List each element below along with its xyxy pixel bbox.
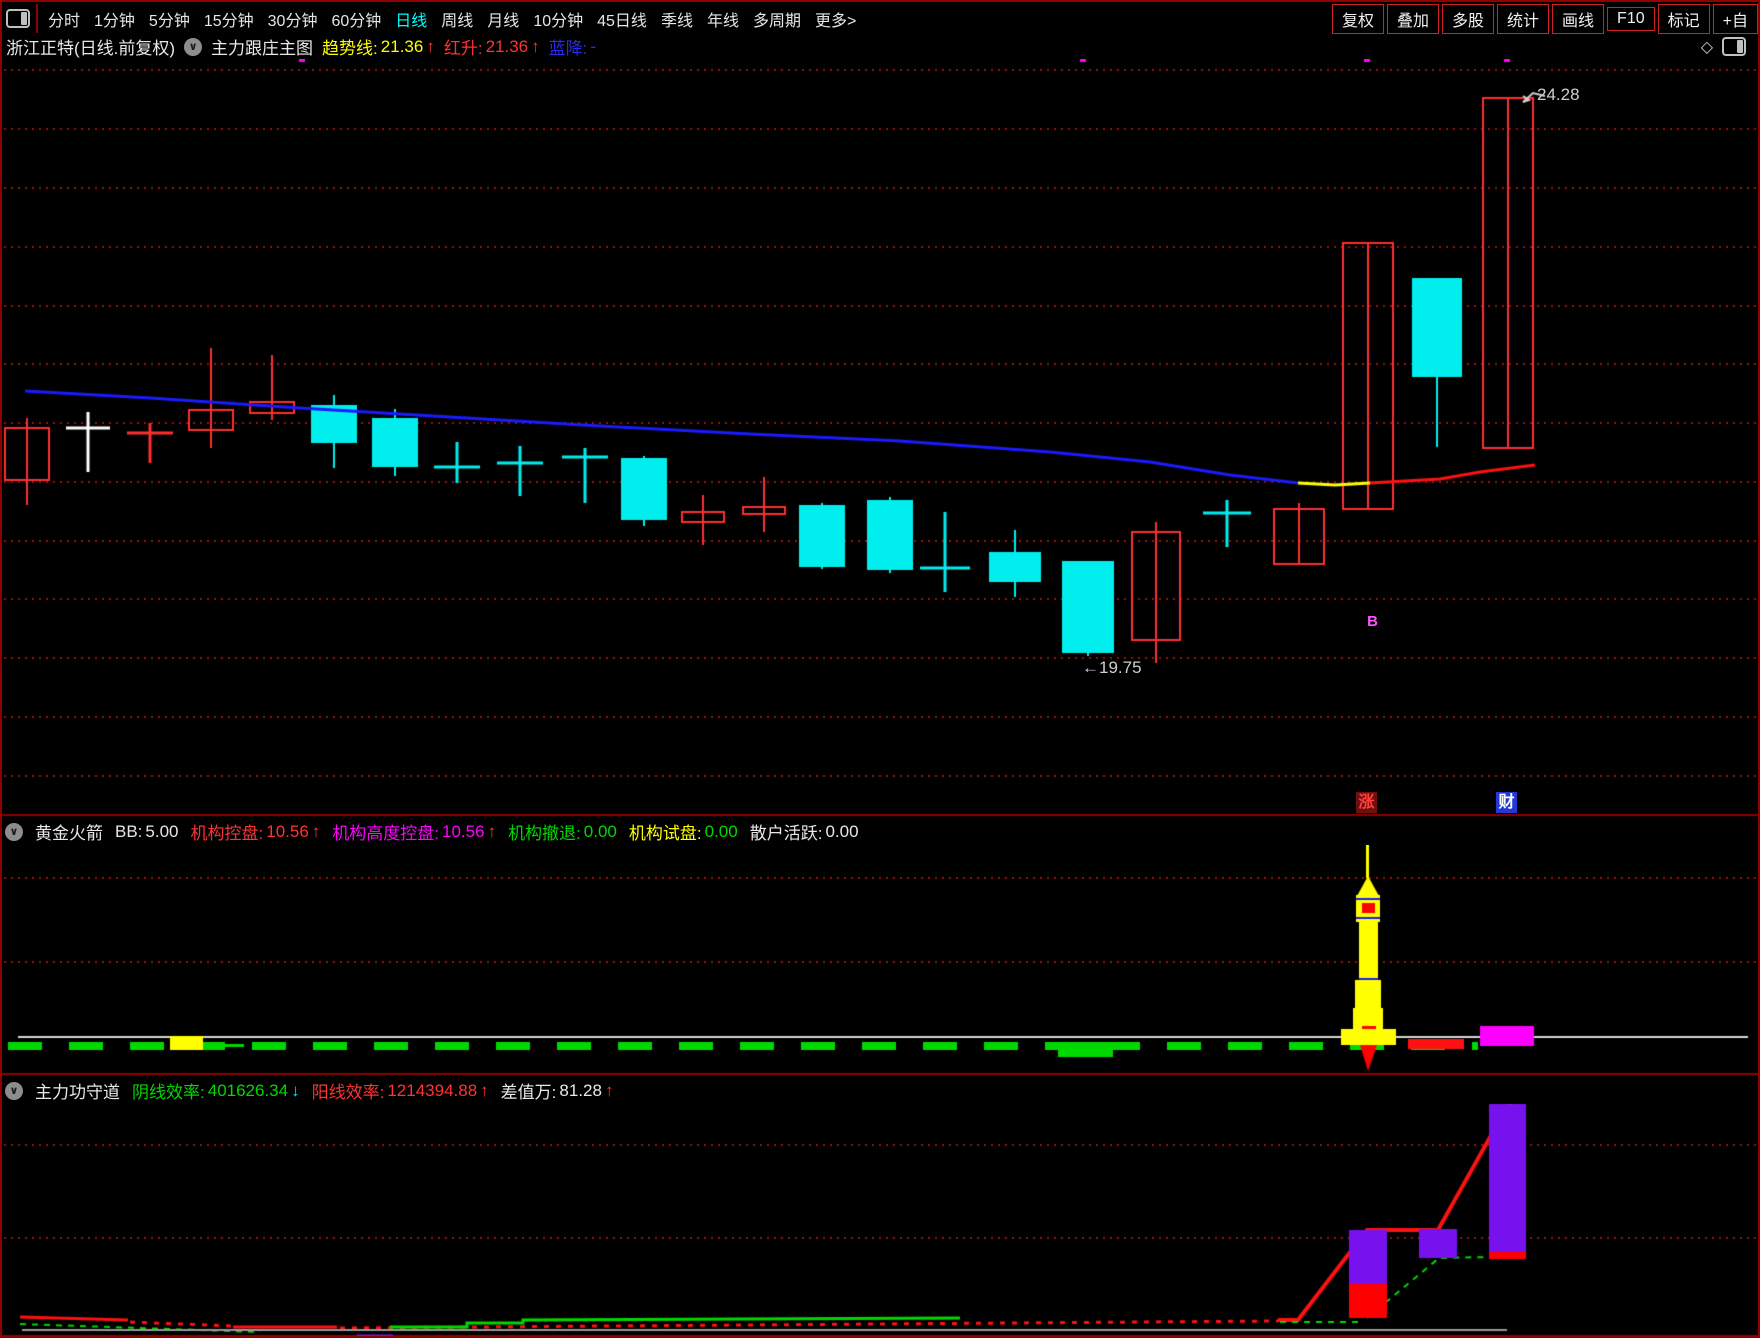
chart-canvas[interactable] <box>0 0 1760 1338</box>
zhang-signal-badge: 涨 <box>1356 792 1377 813</box>
rocket-pane-title[interactable]: 黄金火箭 <box>35 819 103 844</box>
jigou-gaodu-kongpan-field: 机构高度控盘: 10.56 ↑ <box>332 821 497 844</box>
b-signal-marker: B <box>1367 613 1378 630</box>
panel-layout-icon[interactable] <box>1722 37 1746 56</box>
tab-60min[interactable]: 60分钟 <box>331 7 381 31</box>
toolbar: 分时 1分钟 5分钟 15分钟 30分钟 60分钟 日线 周线 月线 10分钟 … <box>0 0 1760 37</box>
bb-field: BB: 5.00 <box>115 821 179 841</box>
up-arrow-icon: ↑ <box>480 1080 489 1100</box>
rocket-pane-header: ∨ 黄金火箭 BB: 5.00 机构控盘: 10.56 ↑ 机构高度控盘: 10… <box>0 818 1759 845</box>
add-favorite-button[interactable]: +自 <box>1712 3 1758 34</box>
yangxian-xiaolv-field: 阳线效率: 1214394.88 ↑ <box>311 1080 489 1103</box>
hongsheng-field: 红升: 21.36 ↑ <box>443 36 540 59</box>
diamond-icon[interactable]: ◇ <box>1701 37 1713 57</box>
up-arrow-icon: ↑ <box>426 36 435 56</box>
multi-stock-button[interactable]: 多股 <box>1442 3 1495 34</box>
chevron-down-icon[interactable]: ∨ <box>5 822 23 841</box>
tab-weekly[interactable]: 周线 <box>441 7 473 31</box>
overlay-button[interactable]: 叠加 <box>1386 3 1439 34</box>
chazhiwan-field: 差值万: 81.28 ↑ <box>500 1080 614 1103</box>
symbol-title: 浙江正特(日线.前复权) <box>6 39 176 58</box>
tab-multiperiod[interactable]: 多周期 <box>753 7 801 31</box>
lanjiang-field: 蓝降: - <box>548 36 597 59</box>
mark-button[interactable]: 标记 <box>1657 3 1710 34</box>
tab-monthly[interactable]: 月线 <box>487 7 519 31</box>
chevron-down-icon[interactable]: ∨ <box>5 1081 23 1100</box>
high-price-label: 24.28 <box>1537 85 1580 104</box>
toolbar-buttons: 复权 叠加 多股 统计 画线 F10 标记 +自 <box>1331 3 1760 34</box>
period-tabs: 分时 1分钟 5分钟 15分钟 30分钟 60分钟 日线 周线 月线 10分钟 … <box>38 7 856 31</box>
jigou-shipan-field: 机构试盘: 0.00 <box>628 821 738 844</box>
sanhu-huoyue-field: 散户活跃: 0.00 <box>749 821 859 844</box>
power-pane-title[interactable]: 主力功守道 <box>35 1078 120 1103</box>
tab-30min[interactable]: 30分钟 <box>268 7 318 31</box>
tab-daily[interactable]: 日线 <box>395 7 427 31</box>
power-pane-header: ∨ 主力功守道 阴线效率: 401626.34 ↓ 阳线效率: 1214394.… <box>0 1077 1759 1104</box>
tab-45day[interactable]: 45日线 <box>597 7 647 31</box>
tab-more[interactable]: 更多> <box>815 7 856 31</box>
cai-signal-badge: 财 <box>1496 792 1517 813</box>
layout-toggle-button[interactable] <box>0 4 38 33</box>
tab-1min[interactable]: 1分钟 <box>94 7 135 31</box>
statistics-button[interactable]: 统计 <box>1497 3 1550 34</box>
jigou-kongpan-field: 机构控盘: 10.56 ↑ <box>190 821 321 844</box>
up-arrow-icon: ↑ <box>487 821 497 841</box>
tab-quarterly[interactable]: 季线 <box>661 7 693 31</box>
low-price-label: ←19.75 <box>1082 658 1142 677</box>
tab-15min[interactable]: 15分钟 <box>204 7 254 31</box>
up-arrow-icon: ↑ <box>604 1080 614 1100</box>
chevron-down-icon[interactable]: ∨ <box>184 37 203 56</box>
tab-yearly[interactable]: 年线 <box>707 7 739 31</box>
tab-fenshi[interactable]: 分时 <box>48 7 80 31</box>
draw-line-button[interactable]: 画线 <box>1552 3 1605 34</box>
fuquan-button[interactable]: 复权 <box>1331 3 1384 34</box>
yinxian-xiaolv-field: 阴线效率: 401626.34 ↓ <box>132 1080 300 1103</box>
tab-5min[interactable]: 5分钟 <box>149 7 190 31</box>
jigou-chetui-field: 机构撤退: 0.00 <box>508 821 617 844</box>
titlebar: 浙江正特(日线.前复权) ∨ 主力跟庄主图 趋势线: 21.36 ↑ 红升: 2… <box>0 34 1760 59</box>
main-indicator-name[interactable]: 主力跟庄主图 <box>211 34 313 59</box>
down-arrow-icon: ↓ <box>291 1080 300 1100</box>
trendline-field: 趋势线: 21.36 ↑ <box>322 36 435 59</box>
up-arrow-icon: ↑ <box>531 36 540 56</box>
tab-10min[interactable]: 10分钟 <box>533 7 583 31</box>
f10-button[interactable]: F10 <box>1607 6 1655 31</box>
panel-layout-icon <box>6 9 30 28</box>
up-arrow-icon: ↑ <box>311 821 321 841</box>
